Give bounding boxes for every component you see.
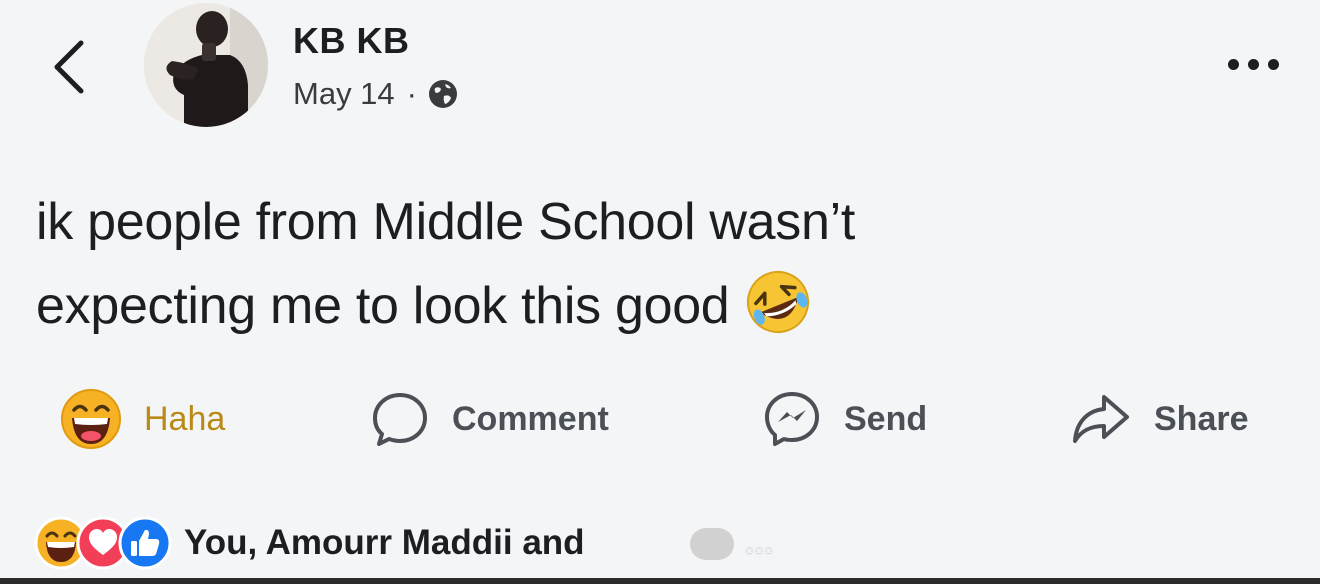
more-options-button[interactable]	[1218, 48, 1288, 80]
like-reaction-icon	[118, 516, 172, 570]
post-text-line: ik people from Middle School wasn’t	[36, 193, 856, 251]
watermark-logo-icon	[690, 528, 734, 560]
haha-emoji-icon	[61, 389, 121, 449]
comment-label: Comment	[452, 399, 609, 438]
more-dot	[1267, 58, 1279, 70]
reaction-summary-text: You, Amourr Maddii and	[184, 523, 585, 562]
comment-icon	[373, 393, 427, 446]
avatar[interactable]	[144, 3, 268, 127]
avatar-photo	[144, 3, 268, 127]
back-button[interactable]	[40, 34, 96, 100]
watermark: …	[690, 522, 775, 566]
more-horizontal-icon	[1227, 58, 1239, 70]
reaction-icons	[34, 516, 172, 570]
more-dot	[1247, 58, 1259, 70]
post-meta: May 14 ·	[293, 74, 459, 114]
watermark-text: …	[744, 527, 775, 560]
post-text-line: expecting me to look this good	[36, 264, 1176, 348]
share-icon	[1073, 395, 1129, 443]
rolling-on-floor-laughing-icon	[747, 271, 810, 333]
chevron-left-icon	[54, 40, 84, 94]
globe-icon	[429, 80, 457, 108]
send-button[interactable]: Send	[762, 386, 927, 452]
share-button[interactable]: Share	[1070, 386, 1249, 452]
reactions-summary[interactable]: You, Amourr Maddii and	[34, 514, 585, 572]
haha-reaction-button[interactable]: Haha	[60, 386, 225, 452]
post-text-line-2: expecting me to look this good	[36, 277, 730, 335]
share-label: Share	[1154, 399, 1249, 438]
comment-button[interactable]: Comment	[370, 386, 609, 452]
meta-separator: ·	[406, 76, 417, 111]
haha-label: Haha	[144, 399, 226, 438]
messenger-icon	[765, 392, 819, 446]
bottom-edge-bar	[0, 578, 1320, 584]
author-name[interactable]: KB KB	[293, 20, 410, 62]
post-text: ik people from Middle School wasn’t expe…	[36, 180, 1176, 348]
post-date[interactable]: May 14	[293, 76, 395, 112]
send-label: Send	[844, 399, 928, 438]
